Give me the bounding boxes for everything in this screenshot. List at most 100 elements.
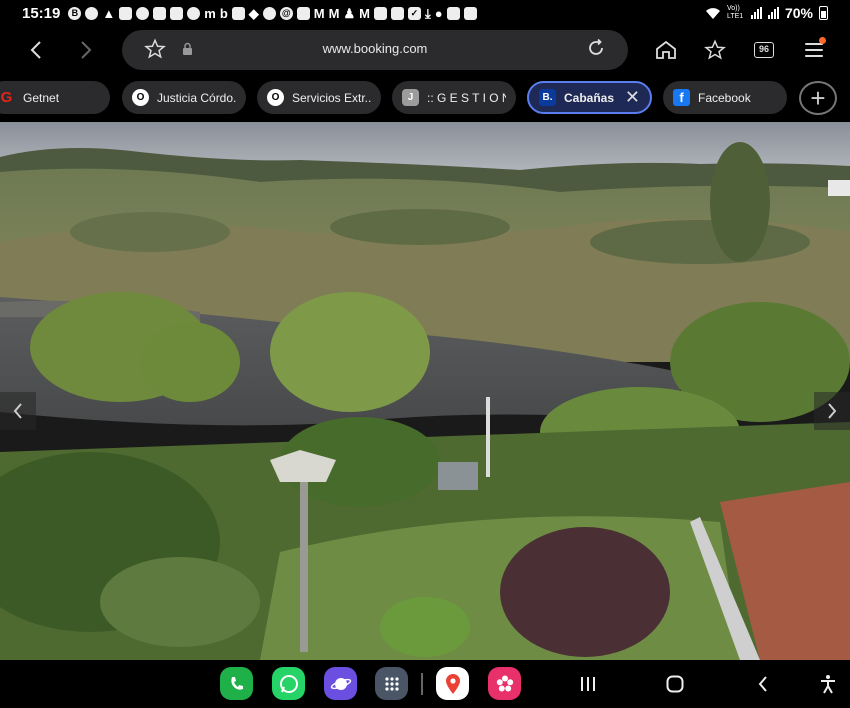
photos-app[interactable]	[488, 667, 521, 700]
status-bar: 15:19 B ▲ m b ◆ @ M M ♟ M ✓ ⤓ ● Vo)) LTE…	[0, 0, 850, 26]
wifi-icon	[705, 7, 720, 19]
signal-icon	[767, 7, 779, 19]
circle-icon	[187, 6, 201, 20]
tab-label: Justicia Córdo...	[157, 90, 236, 105]
image-icon	[446, 6, 460, 20]
battery-percent: 70%	[784, 5, 813, 21]
system-navbar	[0, 660, 850, 708]
notification-dot	[819, 37, 826, 44]
circle-favicon: O	[132, 89, 149, 106]
tab-gestion[interactable]: J :: G E S T I O N...	[392, 81, 516, 114]
status-time: 15:19	[22, 4, 61, 22]
tab-facebook[interactable]: f Facebook	[663, 81, 787, 114]
tab-servicios[interactable]: O Servicios Extr...	[257, 81, 381, 114]
location-icon: ●	[434, 5, 443, 21]
qr-icon	[231, 6, 245, 20]
mail-icon	[153, 6, 167, 20]
notification-icons: B ▲ m b ◆ @ M M ♟ M ✓ ⤓ ●	[68, 5, 477, 21]
home-nav-button[interactable]	[660, 672, 690, 696]
gmail-icon: M	[359, 5, 370, 21]
bookmarks-button[interactable]	[701, 36, 729, 64]
recents-button[interactable]	[573, 672, 603, 696]
close-tab-icon[interactable]: ✕	[617, 87, 640, 108]
system-status: Vo)) LTE1 70%	[705, 0, 828, 26]
mail-icon	[119, 6, 133, 20]
new-tab-button[interactable]: +	[799, 81, 837, 115]
apps-grid[interactable]	[375, 667, 408, 700]
download-icon: ⤓	[424, 5, 431, 21]
chevron-left-icon	[30, 41, 41, 59]
reload-icon[interactable]	[586, 38, 606, 58]
back-nav-button[interactable]	[748, 672, 778, 696]
j-favicon: J	[402, 89, 419, 106]
plus-icon: +	[810, 82, 826, 113]
booking-favicon: B.	[539, 89, 556, 106]
battery-icon	[819, 6, 828, 20]
internet-app[interactable]	[324, 667, 357, 700]
page-content	[0, 122, 850, 660]
phone-icon	[230, 676, 243, 690]
carousel-prev-button[interactable]	[0, 392, 36, 430]
river-landscape-photo	[0, 122, 850, 660]
circle-icon	[136, 6, 150, 20]
getnet-favicon: G	[0, 89, 13, 106]
warning-icon: ▲	[102, 5, 116, 21]
binance-icon: ◆	[248, 5, 259, 21]
message-icon	[85, 6, 99, 20]
snap-icon	[373, 6, 387, 20]
mail-icon	[170, 6, 184, 20]
url-text: www.booking.com	[322, 41, 428, 56]
phone-app[interactable]	[220, 667, 253, 700]
m-icon: m	[204, 5, 216, 21]
check-icon: ✓	[407, 6, 421, 20]
calendar-icon	[463, 6, 477, 20]
back-icon	[758, 676, 767, 692]
back-button[interactable]	[22, 36, 50, 64]
tab-strip: G Getnet O Justicia Córdo... O Servicios…	[0, 74, 850, 122]
tabs-button[interactable]: 96	[750, 36, 778, 64]
chevron-right-icon	[81, 41, 92, 59]
tab-label: :: G E S T I O N...	[427, 90, 506, 105]
tab-label: Facebook	[698, 90, 751, 105]
circle-favicon: O	[267, 89, 284, 106]
tab-label: Servicios Extr...	[292, 90, 371, 105]
person-icon: ♟	[343, 5, 356, 21]
browser-toolbar: www.booking.com 96	[0, 26, 850, 74]
slash-icon	[262, 6, 276, 20]
home-button[interactable]	[652, 36, 680, 64]
signal-icon	[750, 7, 762, 19]
gmail-icon: M	[328, 5, 340, 21]
tab-label: Getnet	[23, 90, 60, 105]
tab-label: Cabañas ...	[564, 90, 617, 105]
home-icon	[656, 40, 676, 59]
maps-pin-icon	[445, 673, 460, 694]
tab-count: 96	[754, 42, 774, 58]
accessibility-button[interactable]	[813, 672, 843, 696]
tab-booking[interactable]: B. Cabañas ... ✕	[527, 81, 652, 114]
whatsapp-app[interactable]	[272, 667, 305, 700]
snap-icon	[390, 6, 404, 20]
whatsapp-icon	[279, 674, 298, 693]
facebook-favicon: f	[673, 89, 690, 106]
address-bar[interactable]: www.booking.com	[122, 30, 628, 70]
chevron-right-icon	[828, 403, 837, 419]
menu-icon	[805, 43, 823, 57]
carousel-next-button[interactable]	[814, 392, 850, 430]
planet-icon	[330, 677, 351, 690]
snap-icon	[296, 6, 310, 20]
gmail-icon: M	[313, 5, 325, 21]
forward-button[interactable]	[72, 36, 100, 64]
dock-divider	[421, 673, 423, 695]
chevron-left-icon	[13, 403, 22, 419]
b-icon: B	[68, 6, 82, 20]
recents-icon	[581, 677, 595, 691]
tab-getnet[interactable]: G Getnet	[0, 81, 110, 114]
maps-app[interactable]	[436, 667, 469, 700]
grid-icon	[384, 676, 399, 691]
menu-button[interactable]	[800, 36, 828, 64]
flower-icon	[496, 675, 513, 691]
tab-justicia[interactable]: O Justicia Córdo...	[122, 81, 246, 114]
home-icon	[666, 675, 684, 693]
at-icon: @	[279, 6, 293, 20]
accessibility-icon	[821, 675, 835, 694]
